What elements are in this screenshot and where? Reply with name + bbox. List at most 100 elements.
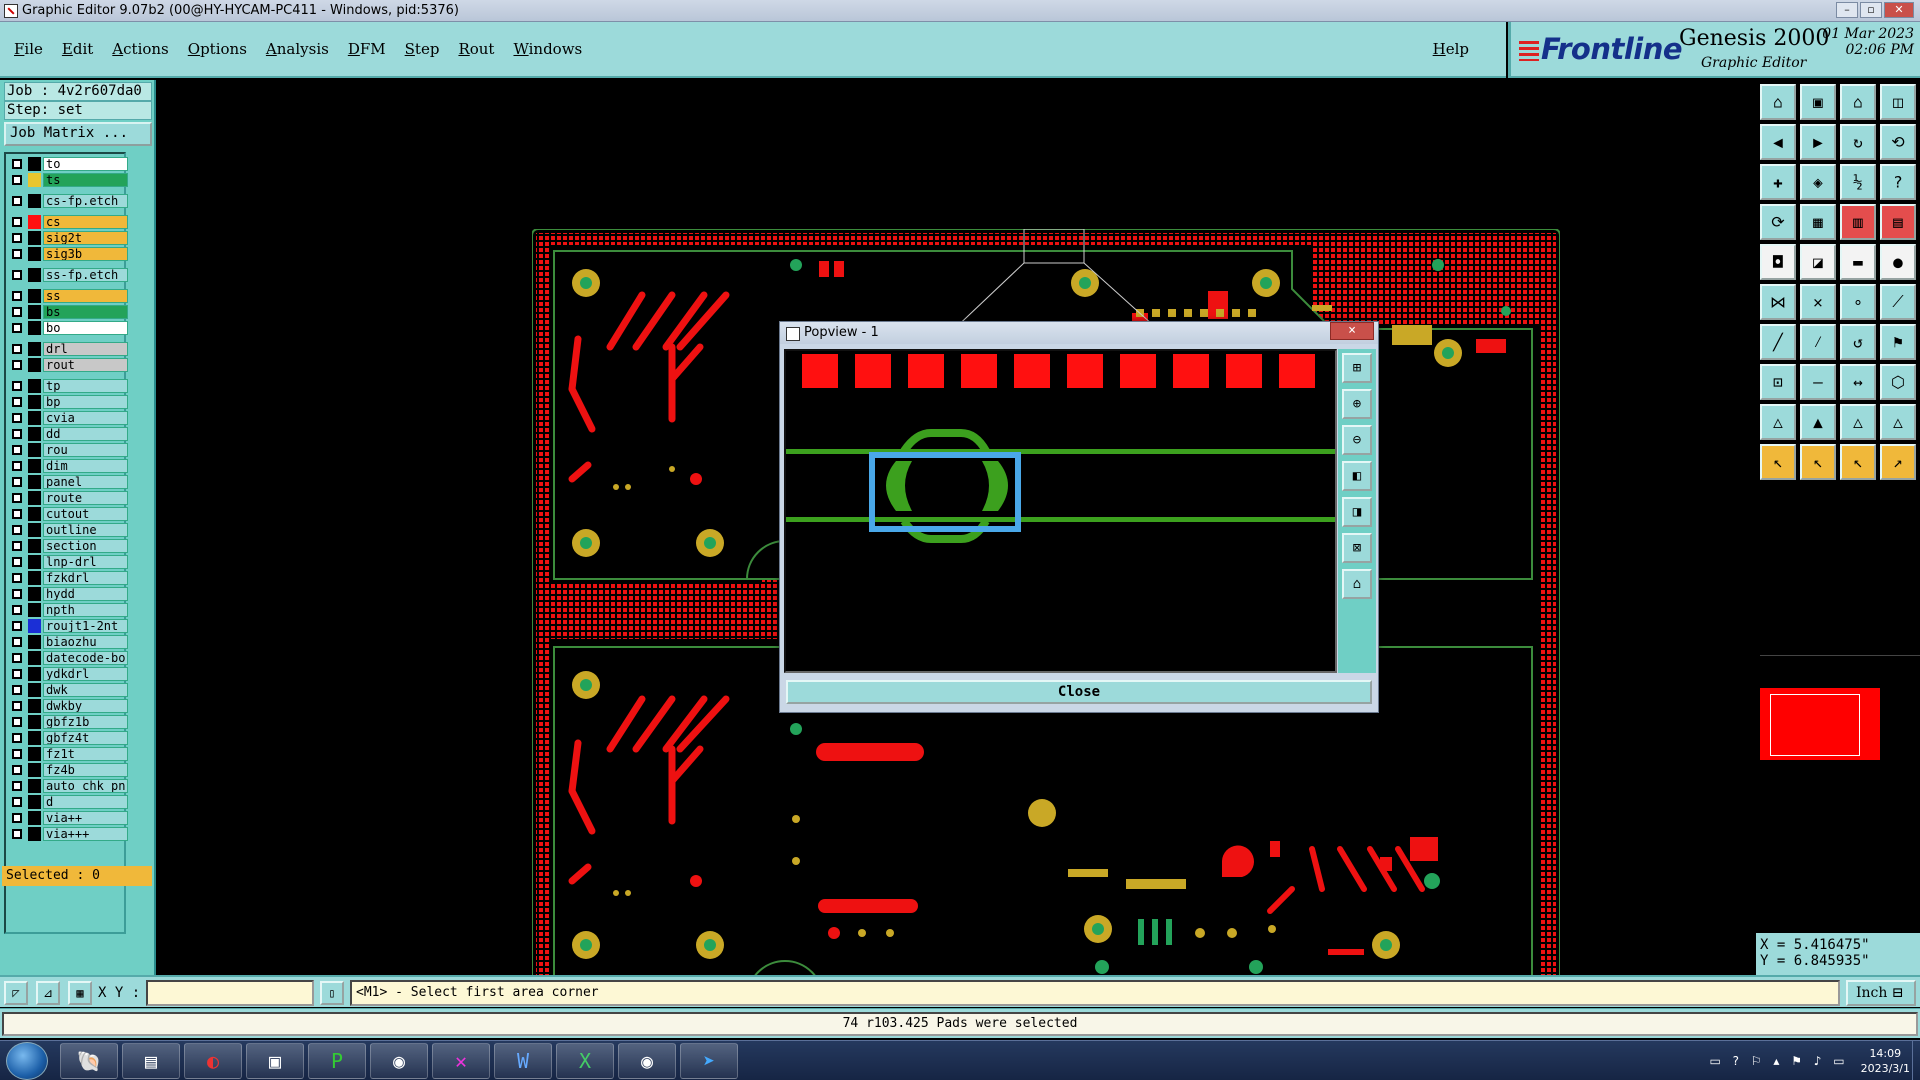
layer-name[interactable]: via++ <box>43 811 128 825</box>
layer-checkbox[interactable] <box>12 829 22 839</box>
taskbar-save-icon[interactable]: ▣ <box>246 1043 304 1079</box>
layer-checkbox[interactable] <box>12 509 22 519</box>
layer-checkbox[interactable] <box>12 461 22 471</box>
home-view-icon[interactable]: ⌂ <box>1342 569 1372 599</box>
layer-row-dwkby[interactable]: dwkby <box>6 698 128 714</box>
taskbar-x-icon[interactable]: ✕ <box>432 1043 490 1079</box>
measure-icon[interactable]: ↔ <box>1840 364 1876 400</box>
menu-rout[interactable]: Rout <box>458 40 494 58</box>
layer-row-rout[interactable]: rout <box>6 357 128 373</box>
taskbar-arrow-icon[interactable]: ➤ <box>680 1043 738 1079</box>
layer-row-d[interactable]: d <box>6 794 128 810</box>
layer-row-roujt1-2nt[interactable]: roujt1-2nt <box>6 618 128 634</box>
layer-row-panel[interactable]: panel <box>6 474 128 490</box>
layer-checkbox[interactable] <box>12 733 22 743</box>
snap-icon[interactable]: ↻ <box>1840 124 1876 160</box>
layer-row-cs[interactable]: cs <box>6 214 128 230</box>
layer-row-dim[interactable]: dim <box>6 458 128 474</box>
layer-name[interactable]: fzkdrl <box>43 571 128 585</box>
layer-row-cvia[interactable]: cvia <box>6 410 128 426</box>
layer-name[interactable]: biaozhu <box>43 635 128 649</box>
connect-icon[interactable]: ⋈ <box>1760 284 1796 320</box>
layer-row-hydd[interactable]: hydd <box>6 586 128 602</box>
layer-name[interactable]: bs <box>43 305 128 319</box>
layer-color-swatch[interactable] <box>28 231 41 245</box>
layer-name[interactable]: dwkby <box>43 699 128 713</box>
layer-name[interactable]: gbfz1b <box>43 715 128 729</box>
slope-icon[interactable]: ⟋ <box>1880 284 1916 320</box>
layer-checkbox[interactable] <box>12 525 22 535</box>
layer-name[interactable]: d <box>43 795 128 809</box>
layer-color-swatch[interactable] <box>28 747 41 761</box>
xy-input[interactable] <box>146 980 314 1006</box>
layer-name[interactable]: ss-fp.etch <box>43 268 128 282</box>
pad-icon[interactable]: ◘ <box>1760 244 1796 280</box>
close-window-button[interactable]: ✕ <box>1884 2 1914 18</box>
layer-swap-icon[interactable]: ▤ <box>1880 204 1916 240</box>
pan-right-icon[interactable]: ◨ <box>1342 497 1372 527</box>
layer-color-swatch[interactable] <box>28 157 41 171</box>
help-icon[interactable]: ? <box>1880 164 1916 200</box>
layer-checkbox[interactable] <box>12 781 22 791</box>
layer-checkbox[interactable] <box>12 477 22 487</box>
layer-name[interactable]: auto_chk_pn <box>43 779 128 793</box>
cross-icon[interactable]: ✕ <box>1800 284 1836 320</box>
layer-checkbox[interactable] <box>12 397 22 407</box>
layer-checkbox[interactable] <box>12 701 22 711</box>
layer-checkbox[interactable] <box>12 765 22 775</box>
layer-checkbox[interactable] <box>12 249 22 259</box>
layer-color-swatch[interactable] <box>28 603 41 617</box>
layer-color-swatch[interactable] <box>28 247 41 261</box>
show-desktop-button[interactable] <box>1912 1041 1920 1080</box>
menu-step[interactable]: Step <box>405 40 440 58</box>
menu-file[interactable]: File <box>14 40 43 58</box>
layer-color-swatch[interactable] <box>28 395 41 409</box>
add-pad-icon[interactable]: ⊡ <box>1760 364 1796 400</box>
layer-color-swatch[interactable] <box>28 651 41 665</box>
layer-checkbox[interactable] <box>12 653 22 663</box>
layer-row-drl[interactable]: drl <box>6 341 128 357</box>
layer-name[interactable]: datecode-bo <box>43 651 128 665</box>
taskbar-notepad-icon[interactable]: ▤ <box>122 1043 180 1079</box>
layer-name[interactable]: dwk <box>43 683 128 697</box>
select-arrow-icon[interactable]: ↖ <box>1760 444 1796 480</box>
layer-checkbox[interactable] <box>12 270 22 280</box>
layer-color-swatch[interactable] <box>28 289 41 303</box>
pan-left-icon[interactable]: ◧ <box>1342 461 1372 491</box>
layer-checkbox[interactable] <box>12 445 22 455</box>
layer-row-ydkdrl[interactable]: ydkdrl <box>6 666 128 682</box>
triangle-icon[interactable]: △ <box>1760 404 1796 440</box>
layer-color-swatch[interactable] <box>28 475 41 489</box>
layer-checkbox[interactable] <box>12 749 22 759</box>
node-icon[interactable]: ∘ <box>1840 284 1876 320</box>
arc-icon[interactable]: ↺ <box>1840 324 1876 360</box>
layer-checkbox[interactable] <box>12 429 22 439</box>
popview-close-button[interactable]: Close <box>786 680 1372 704</box>
grid-icon[interactable]: ▦ <box>1800 204 1836 240</box>
layer-name[interactable]: bo <box>43 321 128 335</box>
layer-name[interactable]: fz1t <box>43 747 128 761</box>
layer-checkbox[interactable] <box>12 233 22 243</box>
layer-row-npth[interactable]: npth <box>6 602 128 618</box>
pan-left-icon[interactable]: ◀ <box>1760 124 1796 160</box>
layer-checkbox[interactable] <box>12 797 22 807</box>
taskbar-fish-icon[interactable]: ◉ <box>370 1043 428 1079</box>
layer-color-swatch[interactable] <box>28 507 41 521</box>
layer-name[interactable]: cutout <box>43 507 128 521</box>
layer-color-swatch[interactable] <box>28 699 41 713</box>
window-split-icon[interactable]: ◫ <box>1880 84 1916 120</box>
layer-checkbox[interactable] <box>12 557 22 567</box>
layer-checkbox[interactable] <box>12 589 22 599</box>
layer-row-route[interactable]: route <box>6 490 128 506</box>
taskbar-excel-icon[interactable]: X <box>556 1043 614 1079</box>
layer-name[interactable]: hydd <box>43 587 128 601</box>
minus-icon[interactable]: — <box>1800 364 1836 400</box>
layer-row-lnp-drl[interactable]: lnp-drl <box>6 554 128 570</box>
layer-checkbox[interactable] <box>12 323 22 333</box>
draw-line-icon[interactable]: ╱ <box>1760 324 1796 360</box>
layer-name[interactable]: sig2t <box>43 231 128 245</box>
circle-icon[interactable]: ● <box>1880 244 1916 280</box>
layer-color-swatch[interactable] <box>28 555 41 569</box>
layer-name[interactable]: cs <box>43 215 128 229</box>
layer-name[interactable]: panel <box>43 475 128 489</box>
